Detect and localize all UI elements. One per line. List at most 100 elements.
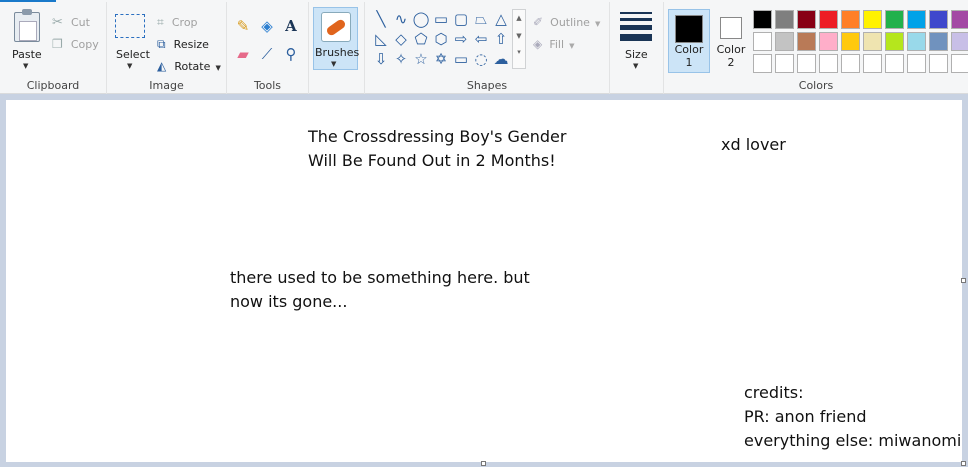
polygon-shape-icon[interactable]: ⏢ — [471, 9, 491, 29]
hexagon-shape-icon[interactable]: ⬡ — [431, 29, 451, 49]
crop-label: Crop — [171, 16, 198, 29]
text-tool-icon[interactable]: A — [281, 16, 301, 36]
palette-swatch[interactable] — [819, 32, 838, 51]
palette-swatch[interactable] — [951, 32, 968, 51]
paste-label: Paste — [12, 48, 42, 61]
palette-swatch[interactable] — [753, 32, 772, 51]
select-button[interactable]: Select ▼ — [111, 6, 151, 72]
down-arrow-shape-icon[interactable]: ⇩ — [371, 49, 391, 69]
tools-group-label: Tools — [253, 79, 282, 92]
palette-swatch[interactable] — [753, 10, 772, 29]
palette-swatch[interactable] — [753, 54, 772, 73]
color1-swatch — [675, 15, 703, 43]
six-point-star-shape-icon[interactable]: ✡ — [431, 49, 451, 69]
gallery-expand-icon[interactable]: ▾ — [513, 48, 525, 56]
palette-swatch[interactable] — [951, 54, 968, 73]
up-arrow-shape-icon[interactable]: ⇧ — [491, 29, 511, 49]
scroll-up-icon[interactable]: ▲ — [513, 14, 525, 22]
color1-label-line1: Color — [674, 43, 704, 56]
color-picker-icon[interactable]: ⟋ — [257, 44, 277, 64]
note-line-1: there used to be something here. but — [230, 268, 530, 287]
palette-swatch[interactable] — [775, 32, 794, 51]
palette-swatch[interactable] — [841, 54, 860, 73]
right-triangle-shape-icon[interactable]: ◺ — [371, 29, 391, 49]
palette-swatch[interactable] — [863, 10, 882, 29]
line-shape-icon[interactable]: ╲ — [371, 9, 391, 29]
palette-swatch[interactable] — [907, 32, 926, 51]
crop-button[interactable]: ⌗ Crop — [157, 11, 198, 30]
tools-group: ✎ ◈ A ▰ ⟋ ⚲ Tools — [227, 2, 309, 94]
rotate-button[interactable]: ◭ Rotate ▼ — [157, 55, 221, 74]
palette-swatch[interactable] — [775, 54, 794, 73]
diamond-shape-icon[interactable]: ◇ — [391, 29, 411, 49]
canvas-resize-handle-bottom[interactable] — [481, 461, 486, 466]
rounded-rectangle-shape-icon[interactable]: ▢ — [451, 9, 471, 29]
palette-swatch[interactable] — [863, 32, 882, 51]
clipboard-group-label: Clipboard — [26, 79, 80, 92]
image-group-label: Image — [149, 79, 184, 92]
palette-swatch[interactable] — [797, 54, 816, 73]
curve-shape-icon[interactable]: ∿ — [391, 9, 411, 29]
credits-line-3: everything else: miwanomi — [744, 431, 962, 450]
palette-swatch[interactable] — [797, 32, 816, 51]
oval-callout-shape-icon[interactable]: ◌ — [471, 49, 491, 69]
paste-button[interactable]: Paste ▼ — [4, 6, 50, 72]
pencil-icon[interactable]: ✎ — [233, 16, 253, 36]
five-point-star-shape-icon[interactable]: ☆ — [411, 49, 431, 69]
palette-swatch[interactable] — [841, 32, 860, 51]
scroll-down-icon[interactable]: ▼ — [513, 32, 525, 40]
palette-swatch[interactable] — [797, 10, 816, 29]
color2-label-line2: 2 — [727, 56, 735, 69]
size-button[interactable]: Size ▼ — [614, 6, 660, 72]
pentagon-shape-icon[interactable]: ⬠ — [411, 29, 431, 49]
canvas-resize-handle-right[interactable] — [961, 278, 966, 283]
brushes-button[interactable]: Brushes ▼ — [313, 7, 359, 70]
palette-swatch[interactable] — [819, 54, 838, 73]
resize-button[interactable]: ⧉ Resize — [157, 33, 209, 52]
shapes-gallery-scroll[interactable]: ▲ ▼ ▾ — [512, 9, 526, 69]
title-text: The Crossdressing Boy's Gender Will Be F… — [308, 125, 566, 173]
palette-swatch[interactable] — [951, 10, 968, 29]
fill-bucket-icon[interactable]: ◈ — [257, 16, 277, 36]
fill-button[interactable]: ◈ Fill ▼ — [533, 33, 575, 52]
rounded-callout-shape-icon[interactable]: ▭ — [451, 49, 471, 69]
size-label: Size — [625, 48, 648, 61]
colors-group-label: Colors — [798, 79, 834, 92]
oval-shape-icon[interactable]: ◯ — [411, 9, 431, 29]
palette-swatch[interactable] — [819, 10, 838, 29]
palette-swatch[interactable] — [907, 10, 926, 29]
select-dropdown-icon: ▼ — [127, 62, 133, 70]
eraser-icon[interactable]: ▰ — [233, 44, 253, 64]
color1-button[interactable]: Color 1 — [668, 9, 710, 73]
resize-icon: ⧉ — [157, 37, 166, 51]
palette-swatch[interactable] — [885, 10, 904, 29]
palette-swatch[interactable] — [929, 10, 948, 29]
outline-button[interactable]: ✐ Outline ▼ — [533, 11, 600, 30]
left-arrow-shape-icon[interactable]: ⇦ — [471, 29, 491, 49]
palette-swatch[interactable] — [885, 32, 904, 51]
palette-swatch[interactable] — [775, 10, 794, 29]
clipboard-group: Paste ▼ ✂ Cut ❐ Copy Clipboard — [0, 2, 107, 94]
outline-icon: ✐ — [533, 15, 544, 29]
rotate-icon: ◭ — [157, 59, 167, 73]
cut-button[interactable]: ✂ Cut — [52, 11, 90, 30]
magnifier-icon[interactable]: ⚲ — [281, 44, 301, 64]
palette-swatch[interactable] — [929, 54, 948, 73]
drawing-canvas[interactable]: The Crossdressing Boy's Gender Will Be F… — [6, 100, 962, 462]
four-point-star-shape-icon[interactable]: ✧ — [391, 49, 411, 69]
color2-swatch — [720, 17, 742, 39]
palette-swatch[interactable] — [841, 10, 860, 29]
shapes-gallery: ╲ ∿ ◯ ▭ ▢ ⏢ △ ◺ ◇ ⬠ ⬡ ⇨ ⇦ ⇧ ⇩ ✧ ☆ ✡ ▭ ◌ … — [371, 9, 511, 69]
shapes-group-label: Shapes — [466, 79, 508, 92]
right-arrow-shape-icon[interactable]: ⇨ — [451, 29, 471, 49]
palette-swatch[interactable] — [907, 54, 926, 73]
canvas-resize-handle-corner[interactable] — [961, 461, 966, 466]
copy-button[interactable]: ❐ Copy — [52, 33, 99, 52]
palette-swatch[interactable] — [885, 54, 904, 73]
triangle-shape-icon[interactable]: △ — [491, 9, 511, 29]
rectangle-shape-icon[interactable]: ▭ — [431, 9, 451, 29]
palette-swatch[interactable] — [863, 54, 882, 73]
color2-button[interactable]: Color 2 — [710, 9, 752, 73]
cloud-callout-shape-icon[interactable]: ☁ — [491, 49, 511, 69]
palette-swatch[interactable] — [929, 32, 948, 51]
